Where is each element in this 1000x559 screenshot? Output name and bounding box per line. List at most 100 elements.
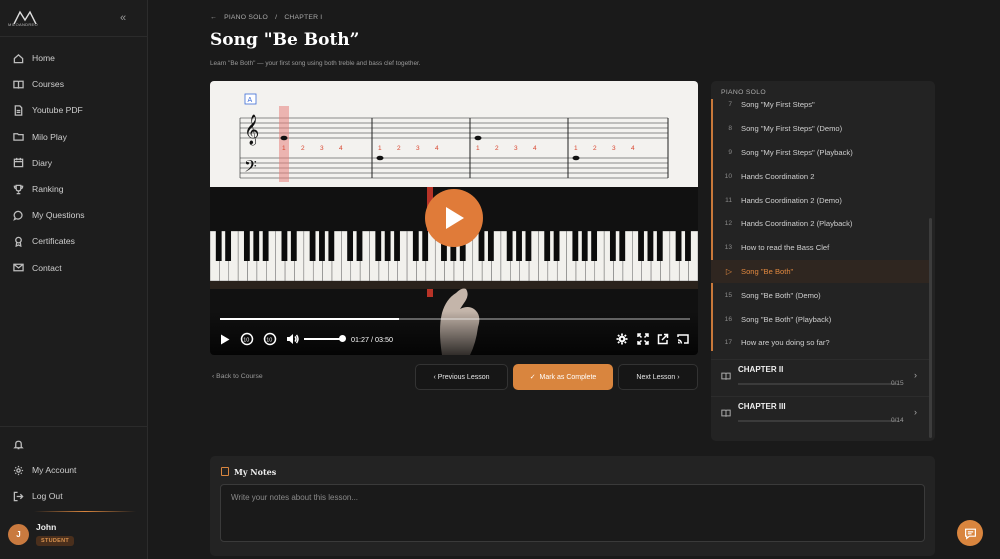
finger-number: 4: [631, 145, 635, 152]
collapse-sidebar-button[interactable]: «: [120, 12, 126, 24]
nav-item-my-account[interactable]: My Account: [0, 457, 148, 483]
playlist-scrollbar[interactable]: [929, 218, 932, 438]
nav-label: Courses: [32, 79, 64, 90]
breadcrumb-course[interactable]: PIANO SOLO: [224, 14, 268, 21]
button-label: Mark as Complete: [539, 373, 597, 381]
lesson-number: 7: [728, 101, 732, 109]
fullscreen-button[interactable]: [636, 332, 650, 346]
lesson-number: 15: [724, 291, 732, 299]
lesson-number: 10: [724, 172, 732, 180]
nav-item-youtube-pdf[interactable]: Youtube PDF: [0, 97, 148, 123]
avatar: J: [8, 524, 29, 545]
nav-label: Contact: [32, 262, 62, 273]
lesson-number: 16: [724, 315, 732, 323]
chapter-name: CHAPTER II: [738, 365, 784, 374]
nav-label: Home: [32, 53, 55, 64]
gear-icon: [616, 333, 628, 345]
video-player[interactable]: 𝄞 𝄢 A 1234 1234 1234 1234 10 10 01:27 / …: [210, 81, 698, 355]
nav-item-ranking[interactable]: Ranking: [0, 176, 148, 202]
button-label: Next Lesson: [636, 373, 676, 381]
finger-number: 2: [301, 145, 305, 152]
lesson-item[interactable]: 10 Hands Coordination 2: [711, 164, 931, 188]
chapter-count: 0/14: [891, 417, 904, 424]
nav-item-milo-play[interactable]: Milo Play: [0, 124, 148, 150]
lesson-item[interactable]: 16 Song "Be Both" (Playback): [711, 307, 931, 331]
volume-slider-handle[interactable]: [339, 335, 346, 342]
lesson-item[interactable]: 13 How to read the Bass Clef: [711, 236, 931, 260]
calendar-icon: [13, 158, 24, 168]
lesson-playlist: PIANO SOLO 7 Song "My First Steps" 8 Song "…: [711, 81, 935, 441]
lesson-number: 17: [724, 339, 732, 347]
nav-label: Log Out: [32, 491, 63, 502]
nav-item-certificates[interactable]: Certificates: [0, 228, 148, 254]
cast-button[interactable]: [676, 332, 690, 346]
lesson-item[interactable]: 9 Song "My First Steps" (Playback): [711, 141, 931, 165]
lesson-item[interactable]: 7 Song "My First Steps": [711, 93, 931, 117]
play-icon: [446, 207, 464, 229]
lesson-item-active[interactable]: ▷ Song "Be Both": [711, 259, 931, 284]
popout-button[interactable]: [656, 332, 670, 346]
nav-item-home[interactable]: Home: [0, 45, 148, 71]
finger-number: 1: [574, 145, 578, 152]
lesson-item[interactable]: 12 Hands Coordination 2 (Playback): [711, 212, 931, 236]
gear-icon: [13, 465, 24, 475]
lesson-title: Hands Coordination 2: [741, 171, 815, 181]
volume-slider[interactable]: [304, 338, 342, 340]
nav-item-log-out[interactable]: Log Out: [0, 483, 148, 509]
mail-icon: [13, 263, 24, 272]
finger-number: 4: [533, 145, 537, 152]
next-lesson-button[interactable]: Next Lesson ›: [618, 364, 698, 390]
lesson-item[interactable]: 11 Hands Coordination 2 (Demo): [711, 188, 931, 212]
chat-button[interactable]: [957, 520, 983, 546]
lesson-item[interactable]: 8 Song "My First Steps" (Demo): [711, 117, 931, 141]
lesson-title: Song "My First Steps": [741, 100, 815, 110]
note-icon: [221, 467, 229, 476]
finger-number: 3: [514, 145, 518, 152]
check-icon: ✓: [529, 374, 540, 381]
back-arrow-icon[interactable]: ←: [210, 14, 217, 21]
nav-label: Youtube PDF: [32, 105, 83, 116]
notifications-button[interactable]: [0, 431, 148, 457]
role-badge: STUDENT: [36, 536, 75, 546]
nav-item-diary[interactable]: Diary: [0, 150, 148, 176]
back-to-course-link[interactable]: ‹ Back to Course: [212, 373, 263, 380]
video-progress-bar[interactable]: [220, 318, 690, 320]
breadcrumb-chapter[interactable]: CHAPTER I: [284, 14, 322, 21]
page-title: Song "Be Both”: [210, 30, 360, 50]
volume-icon: [286, 334, 299, 344]
lesson-title: How to read the Bass Clef: [741, 243, 830, 253]
rewind-10-button[interactable]: 10: [239, 332, 255, 346]
volume-button[interactable]: [285, 332, 299, 346]
chapter-row[interactable]: CHAPTER II 0/15 ›: [711, 359, 931, 395]
nav-item-courses[interactable]: Courses: [0, 71, 148, 97]
finger-number: 3: [612, 145, 616, 152]
rehearsal-mark: A: [248, 97, 253, 104]
play-pause-button[interactable]: [219, 332, 231, 346]
progress-fill: [220, 318, 399, 320]
settings-button[interactable]: [615, 332, 629, 346]
lesson-item[interactable]: 17 How are you doing so far?: [711, 331, 931, 355]
book-icon: [13, 80, 24, 89]
video-controls: 10 10 01:27 / 03:50: [210, 311, 698, 355]
chapter-progress-bar: [738, 383, 898, 385]
home-icon: [13, 53, 24, 63]
book-icon: [721, 409, 731, 417]
nav-item-contact[interactable]: Contact: [0, 255, 148, 281]
lesson-item[interactable]: 15 Song "Be Both" (Demo): [711, 283, 931, 307]
lesson-number: 12: [724, 220, 732, 228]
mark-as-complete-button[interactable]: ✓ Mark as Complete: [513, 364, 613, 390]
notes-textarea[interactable]: [220, 484, 925, 542]
nav-item-my-questions[interactable]: My Questions: [0, 202, 148, 228]
user-profile[interactable]: J John STUDENT: [8, 520, 148, 552]
finger-number: 4: [339, 145, 343, 152]
nav-label: My Account: [32, 465, 77, 476]
chapter-row[interactable]: CHAPTER III 0/14 ›: [711, 396, 931, 432]
divider: [0, 426, 148, 427]
play-icon: ▷: [725, 266, 732, 276]
play-button[interactable]: [425, 189, 483, 247]
lesson-title: Song "Be Both" (Demo): [741, 290, 821, 300]
previous-lesson-button[interactable]: ‹ Previous Lesson: [415, 364, 508, 390]
app-root: MILOANDREO « Home Courses Youtube PDF Mi…: [0, 0, 1000, 559]
svg-text:10: 10: [243, 337, 249, 343]
forward-10-button[interactable]: 10: [262, 332, 278, 346]
